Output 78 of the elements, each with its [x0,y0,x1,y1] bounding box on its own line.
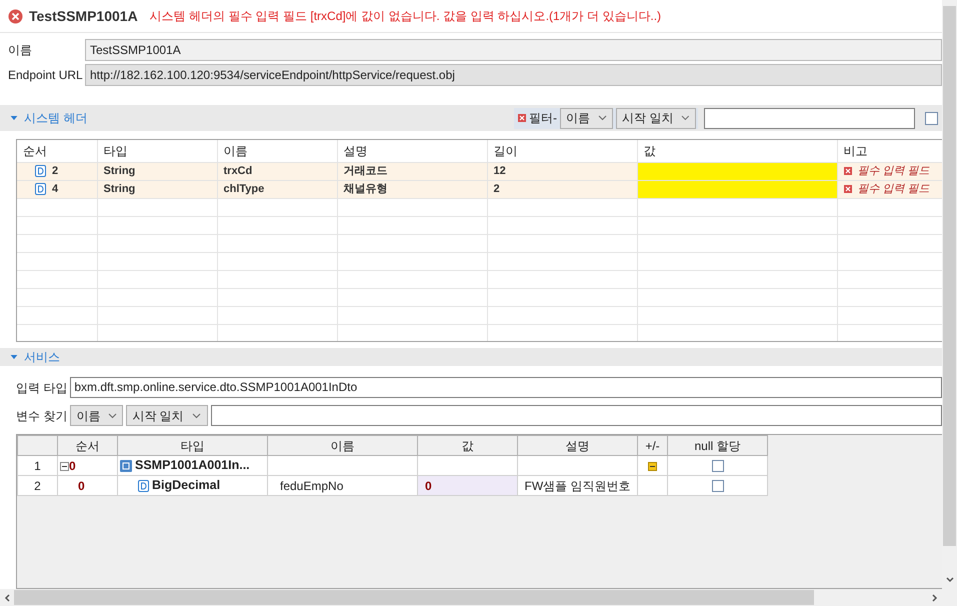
filter-input[interactable] [704,108,915,128]
value-cell[interactable] [637,162,837,180]
table-cell: 채널유형 [337,180,487,198]
dropdown-chevron-icon [598,115,607,121]
order-text: 0 [69,458,76,472]
column-header: 타입 [97,140,217,162]
object-type-icon [120,460,132,472]
editor-title: TestSSMP1001A [29,6,138,26]
null-checkbox[interactable] [712,460,724,472]
error-icon [518,114,526,122]
column-header: 이름 [268,436,418,456]
table-cell: String [97,162,217,180]
null-checkbox[interactable] [712,480,724,492]
column-header: 타입 [118,436,268,456]
dropdown-chevron-icon [192,412,201,418]
scroll-down-icon[interactable] [946,577,954,583]
filter-match-select[interactable]: 시작 일치 [616,108,696,128]
row-number: 1 [18,456,58,476]
search-field-select[interactable]: 이름 [70,405,124,426]
table-cell: 12 [487,162,637,180]
collapse-toggle-icon[interactable] [60,462,69,471]
field-label: Endpoint URL [8,67,84,84]
column-header: null 할당 [668,436,768,456]
order-text: 4 [52,182,58,195]
row-number: 2 [18,476,58,496]
table-cell: trxCd [217,162,337,180]
collapse-triangle-icon[interactable] [10,116,18,120]
value-text: 0 [424,478,432,492]
minus-icon[interactable] [648,462,657,471]
order-text: 2 [52,164,58,177]
type-text: BigDecimal [152,478,220,492]
remark-text: 필수 입력 필드 [858,164,930,177]
scroll-left-icon[interactable] [4,594,10,602]
name-text: feduEmpNo [280,478,344,492]
error-icon [844,166,852,175]
dropdown-chevron-icon [681,115,690,121]
scrollbar-thumb[interactable] [14,590,814,605]
order-text: 0 [78,478,85,492]
scrollbar-thumb[interactable] [943,6,956,546]
search-match-select[interactable]: 시작 일치 [126,405,208,426]
field-label: 이름 [8,42,33,59]
field-label: 입력 타입 [16,380,68,396]
column-header: +/- [638,436,668,456]
column-header: 길이 [487,140,637,162]
section-title: 서비스 [24,349,60,366]
table-cell: String [97,180,217,198]
error-icon [8,8,23,24]
filter-label: 필터- [529,110,557,127]
data-field-icon [35,182,46,195]
column-header: 설명 [337,140,487,162]
error-message: 시스템 헤더의 필수 입력 필드 [trxCd]에 값이 없습니다. 값을 입력 하십시오.(1개가 더 있습니다..) [150,8,662,25]
dropdown-chevron-icon [108,412,118,418]
table-cell: 거래코드 [337,162,487,180]
column-header: 설명 [518,436,638,456]
data-field-icon [35,164,46,177]
column-header: 순서 [58,436,118,456]
name-field[interactable]: TestSSMP1001A [85,39,942,61]
type-text: SSMP1001A001In... [135,458,250,472]
search-input[interactable] [211,405,942,426]
data-field-icon [138,480,149,492]
value-cell[interactable] [637,180,837,198]
column-header: 값 [418,436,518,456]
url-field[interactable]: http://182.162.100.120:9534/serviceEndpoint/httpService/request.obj [85,64,942,86]
column-header: 이름 [217,140,337,162]
description-text: FW샘플 임직원번호 [524,478,630,492]
error-icon [844,184,852,193]
remark-text: 필수 입력 필드 [858,182,930,195]
scroll-right-icon[interactable] [932,594,938,602]
input-type-field[interactable]: bxm.dft.smp.online.service.dto.SSMP1001A001InDto [70,377,942,398]
table-cell: chlType [217,180,337,198]
field-label: 변수 찾기 [16,408,68,424]
column-header: 순서 [17,140,97,162]
collapse-triangle-icon[interactable] [10,354,18,360]
filter-field-select[interactable]: 이름 [560,108,613,128]
table-cell: 2 [487,180,637,198]
section-title: 시스템 헤더 [24,110,88,127]
column-header: 값 [637,140,837,162]
filter-checkbox[interactable] [925,112,938,124]
